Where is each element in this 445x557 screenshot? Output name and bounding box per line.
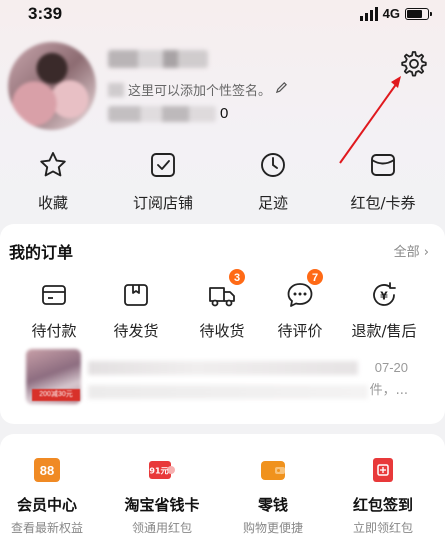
quick-item-label: 收藏 — [37, 194, 68, 212]
settings-gear-icon[interactable] — [398, 49, 428, 79]
battery-fill — [407, 9, 422, 18]
coupon-icon — [368, 150, 398, 184]
follow-label-blurred — [108, 105, 216, 122]
username-blurred[interactable] — [108, 50, 208, 68]
status-bar: 3:39 4G — [0, 0, 445, 30]
follow-row[interactable]: 0 — [108, 105, 228, 122]
quick-item-subscribed-shops[interactable]: 订阅店铺 — [113, 150, 213, 213]
edit-pen-icon[interactable] — [275, 81, 288, 98]
battery-icon — [405, 7, 432, 20]
avatar[interactable] — [8, 42, 96, 130]
service-savings-card[interactable]: 91元 淘宝省钱卡 领通用红包 — [107, 456, 217, 536]
service-redpacket-checkin[interactable]: 红包签到 立即领红包 — [328, 456, 438, 536]
service-subtitle: 领通用红包 — [131, 521, 192, 535]
signature-row[interactable]: 这里可以添加个性签名。 — [108, 80, 288, 99]
wallet-icon — [39, 280, 69, 314]
order-label: 待付款 — [31, 322, 77, 340]
service-title: 零钱 — [257, 496, 288, 514]
signature-prefix-blurred — [108, 82, 124, 97]
order-refund-aftersales[interactable]: ¥ 退款/售后 — [339, 280, 429, 341]
signature-text: 这里可以添加个性签名。 — [128, 84, 272, 99]
service-subtitle: 立即领红包 — [352, 521, 413, 535]
order-pending-payment[interactable]: 待付款 — [9, 280, 99, 341]
order-label: 待发货 — [113, 322, 159, 340]
member-88-icon: 88 — [34, 458, 60, 482]
order-preview-date: 07-20 — [374, 360, 408, 375]
orders-all-link[interactable]: 全部 › — [394, 241, 429, 260]
refund-icon: ¥ — [369, 280, 399, 314]
order-pending-receipt[interactable]: 3 待收货 — [177, 268, 267, 341]
order-preview-ellipsis: 件，... — [369, 383, 408, 398]
service-title: 红包签到 — [352, 496, 413, 514]
quick-item-coupons[interactable]: 红包/卡券 — [333, 150, 433, 213]
order-preview-desc-blurred — [88, 385, 368, 399]
quick-item-label: 足迹 — [257, 194, 288, 212]
order-preview-title-blurred — [88, 361, 358, 375]
service-change-wallet[interactable]: 零钱 购物更便捷 — [218, 456, 328, 536]
wallet-change-icon — [261, 461, 285, 480]
service-member-center[interactable]: 88 会员中心 查看最新权益 — [0, 456, 102, 536]
savings-icon-text: 91元 — [149, 467, 168, 476]
order-label: 待评价 — [277, 322, 323, 340]
order-label: 退款/售后 — [351, 322, 417, 340]
clock-icon — [258, 150, 288, 184]
order-preview-ribbon: 200减30元 — [32, 389, 80, 401]
service-title: 会员中心 — [16, 496, 77, 514]
svg-text:¥: ¥ — [380, 290, 388, 303]
quick-item-history[interactable]: 足迹 — [223, 150, 323, 213]
box-icon — [121, 280, 151, 314]
order-preview[interactable]: 200减30元 07-20 件，... — [26, 349, 416, 409]
status-indicators: 4G — [359, 6, 432, 21]
order-label: 待收货 — [199, 322, 245, 340]
orders-title: 我的订单 — [9, 243, 74, 262]
order-badge: 3 — [228, 268, 246, 286]
order-pending-shipment[interactable]: 待发货 — [91, 280, 181, 341]
service-subtitle: 购物更便捷 — [242, 521, 303, 535]
service-title: 淘宝省钱卡 — [124, 496, 200, 514]
order-pending-review[interactable]: 7 待评价 — [255, 268, 345, 341]
services-card: 88 会员中心 查看最新权益 91元 淘宝省钱卡 领通用红包 零钱 购物更便捷 … — [0, 434, 445, 557]
service-subtitle: 查看最新权益 — [10, 521, 83, 535]
shop-subscribe-icon — [148, 150, 178, 184]
orders-card: 我的订单 全部 › 待付款 待发货 3 待收货 7 待评价 ¥ 退款/售后 20… — [0, 224, 445, 424]
signal-icon — [359, 6, 378, 21]
follow-count: 0 — [220, 105, 229, 122]
member-icon-text: 88 — [40, 463, 54, 478]
order-badge: 7 — [306, 268, 324, 286]
quick-actions: 收藏 订阅店铺 足迹 红包/卡券 — [0, 150, 445, 214]
quick-item-label: 红包/卡券 — [350, 194, 416, 212]
quick-item-favorites[interactable]: 收藏 — [3, 150, 103, 213]
star-icon — [38, 150, 68, 184]
red-packet-icon — [373, 458, 393, 482]
status-time: 3:39 — [28, 4, 63, 23]
savings-card-icon: 91元 — [149, 461, 175, 479]
quick-item-label: 订阅店铺 — [132, 194, 193, 212]
network-type: 4G — [382, 6, 400, 21]
